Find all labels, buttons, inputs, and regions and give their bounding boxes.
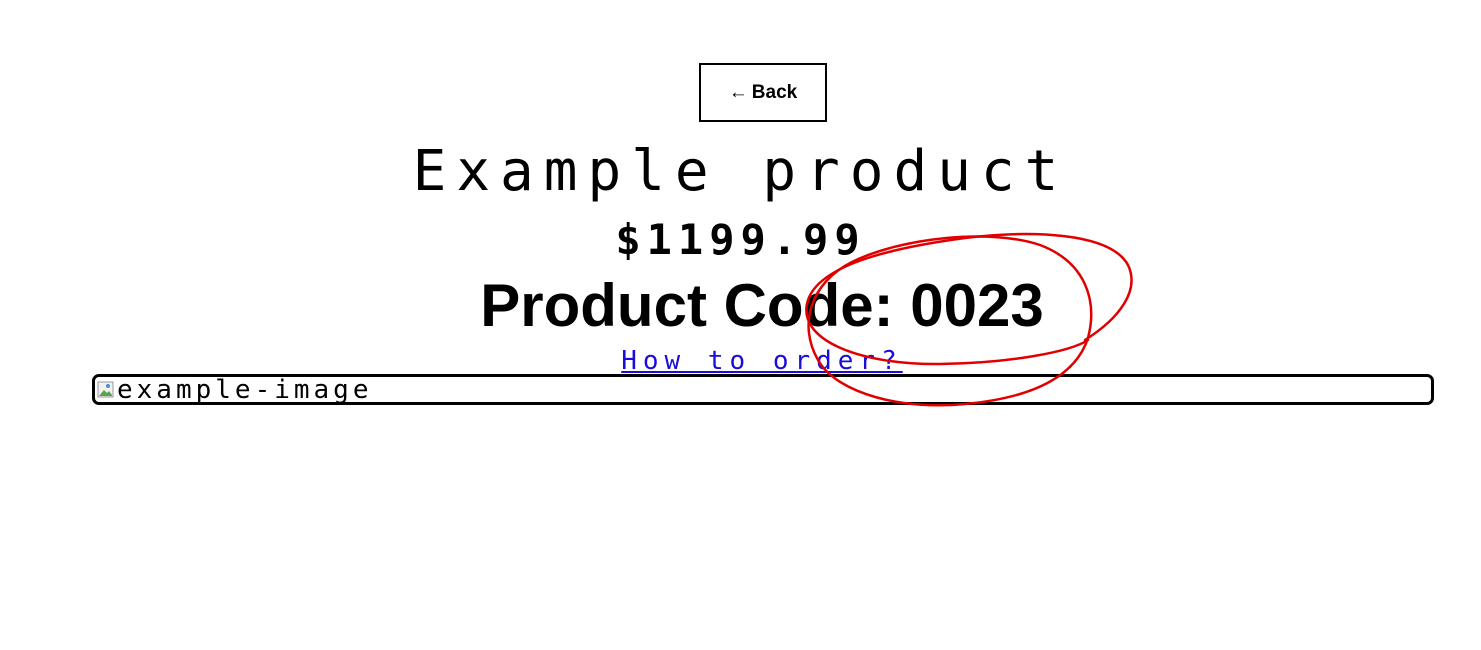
how-to-order-link[interactable]: How to order? bbox=[0, 345, 1481, 377]
product-page: ← Back Example product $1199.99 Product … bbox=[0, 0, 1481, 650]
broken-image-icon bbox=[97, 381, 115, 399]
image-alt-text: example-image bbox=[117, 374, 373, 405]
product-code-wrapper: Product Code: 0023 How to order? bbox=[0, 0, 1481, 650]
product-code: Product Code: 0023 bbox=[480, 272, 1044, 339]
product-image: example-image bbox=[92, 374, 1434, 405]
